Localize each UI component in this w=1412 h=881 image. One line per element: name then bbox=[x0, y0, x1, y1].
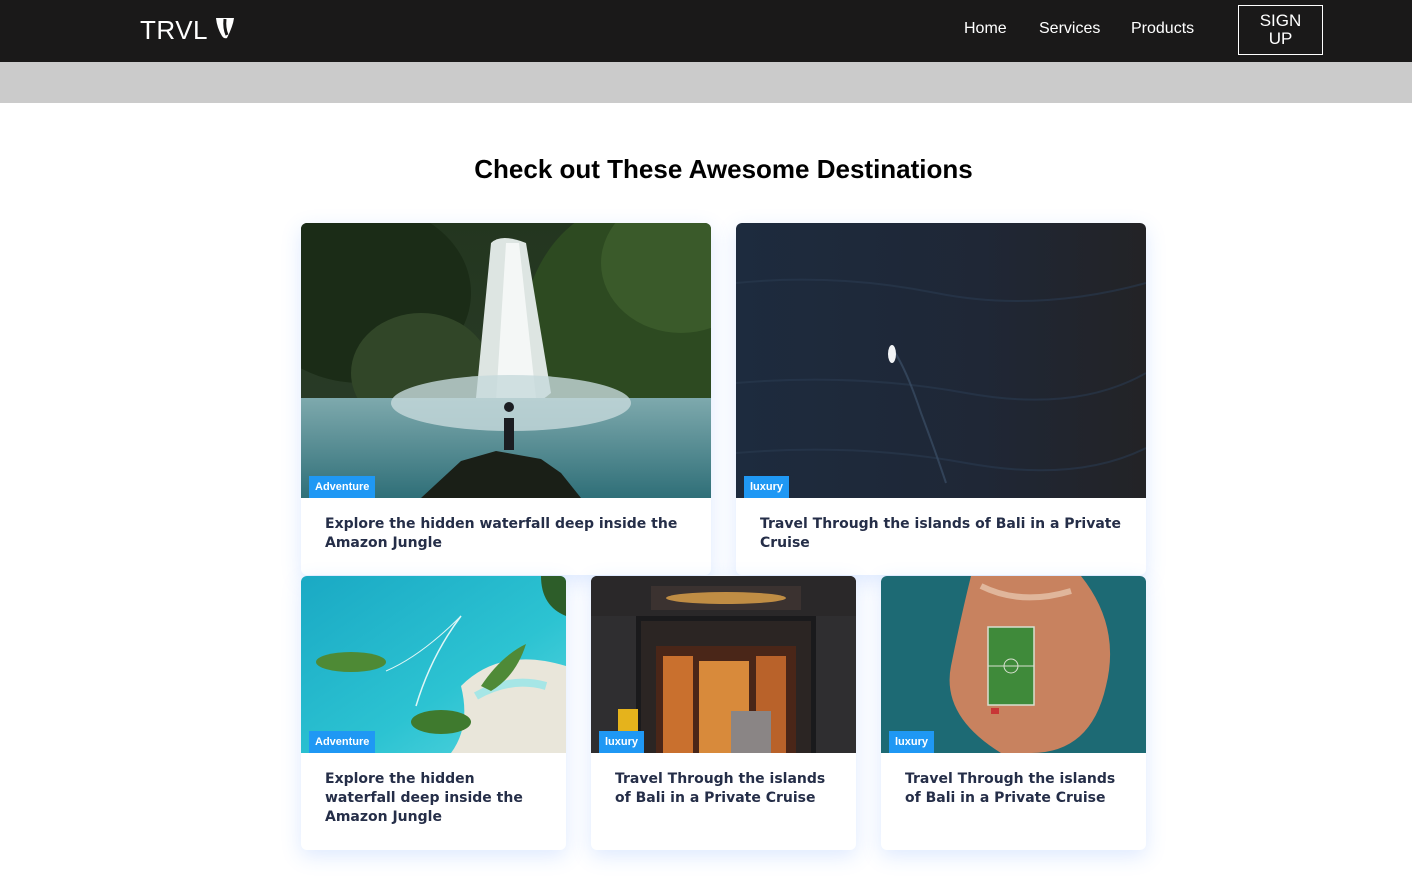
category-badge: luxury bbox=[744, 476, 790, 498]
destination-card[interactable]: luxury Travel Through the islands of Bal… bbox=[881, 576, 1146, 850]
card-title: Travel Through the islands of Bali in a … bbox=[615, 771, 826, 806]
turquoise-islands-image: Adventure bbox=[301, 576, 566, 753]
navbar: TRVL Home Services Products SIGN UP bbox=[0, 0, 1412, 62]
category-badge: luxury bbox=[889, 731, 935, 753]
destination-card[interactable]: luxury Travel Through the islands of Bal… bbox=[736, 223, 1146, 575]
category-badge: luxury bbox=[599, 731, 645, 753]
card-title: Travel Through the islands of Bali in a … bbox=[905, 771, 1116, 806]
nav-services-link[interactable]: Services bbox=[1039, 20, 1100, 38]
destination-card[interactable]: luxury Travel Through the islands of Bal… bbox=[591, 576, 856, 850]
hotel-entrance-image: luxury bbox=[591, 576, 856, 753]
typo3-logo-icon bbox=[216, 18, 234, 39]
nav-products-link[interactable]: Products bbox=[1131, 20, 1194, 38]
card-title: Explore the hidden waterfall deep inside… bbox=[325, 771, 523, 825]
destination-card[interactable]: Adventure Explore the hidden waterfall d… bbox=[301, 576, 566, 850]
section-title: Check out These Awesome Destinations bbox=[474, 154, 973, 184]
sign-up-button[interactable]: SIGN UP bbox=[1238, 5, 1323, 55]
card-title: Travel Through the islands of Bali in a … bbox=[760, 516, 1121, 551]
nav-home-link[interactable]: Home bbox=[964, 20, 1007, 38]
waterfall-image: Adventure bbox=[301, 223, 711, 498]
logo-link[interactable]: TRVL bbox=[140, 15, 236, 45]
destination-card[interactable]: Adventure Explore the hidden waterfall d… bbox=[301, 223, 711, 575]
island-stadium-image: luxury bbox=[881, 576, 1146, 753]
card-title: Explore the hidden waterfall deep inside… bbox=[325, 516, 678, 551]
ocean-boat-image: luxury bbox=[736, 223, 1146, 498]
hero-band bbox=[0, 62, 1412, 103]
category-badge: Adventure bbox=[309, 476, 376, 498]
logo-text: TRVL bbox=[140, 14, 208, 45]
category-badge: Adventure bbox=[309, 731, 376, 753]
